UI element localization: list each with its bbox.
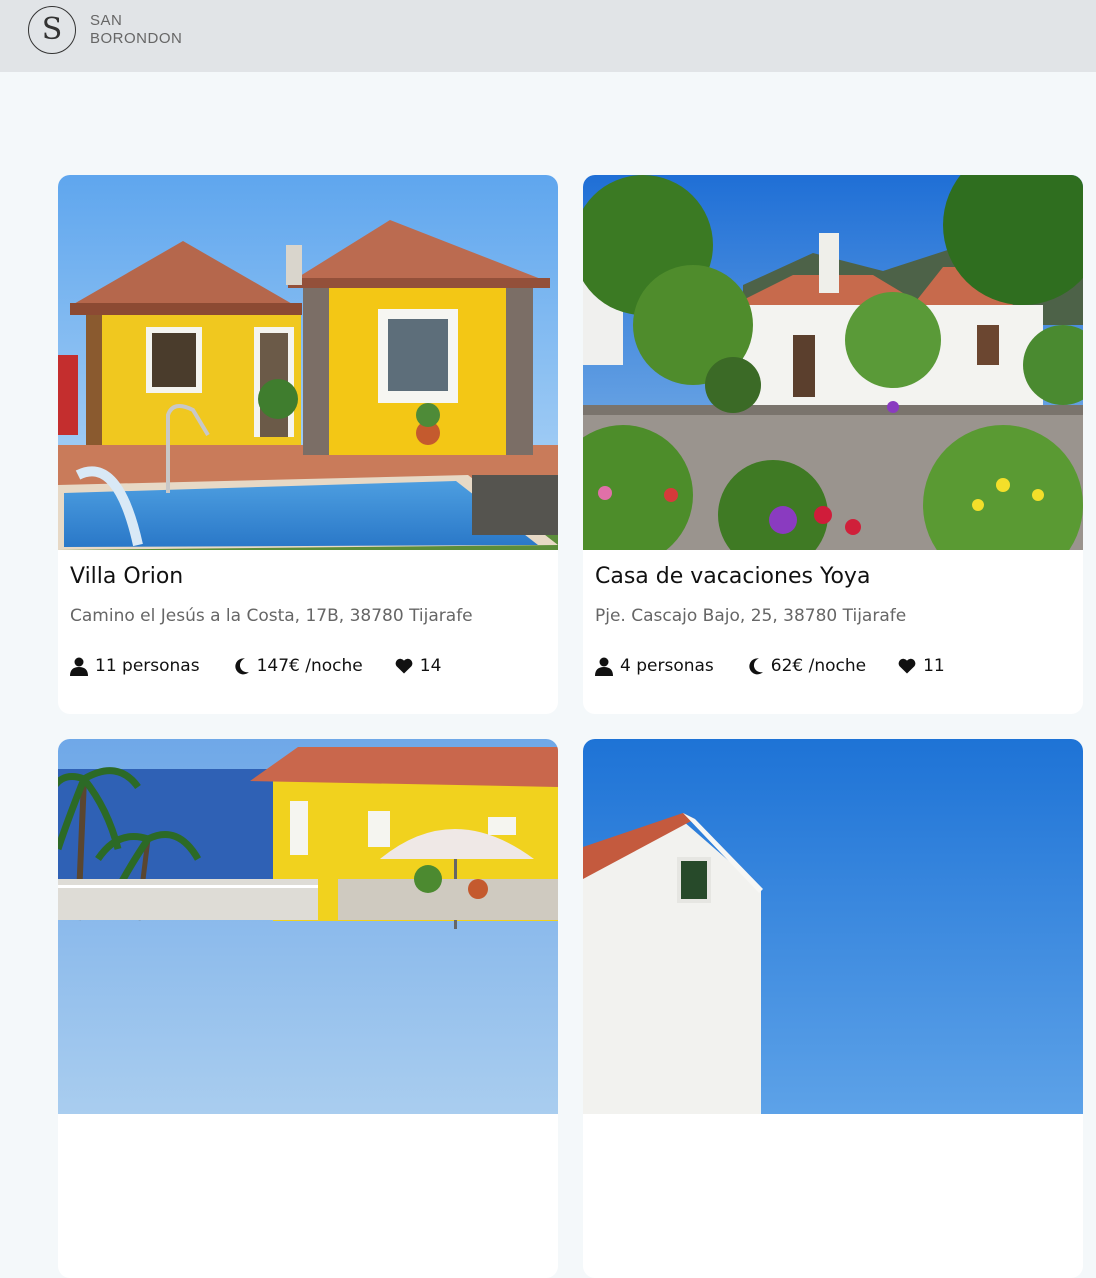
price-stat: 62€ /noche: [748, 656, 866, 676]
person-icon: [70, 657, 88, 676]
price-per-night: 62€ /noche: [770, 656, 867, 676]
guests-count: 4 personas: [620, 656, 714, 676]
brand-line-2: BORONDON: [90, 30, 183, 47]
listing-title[interactable]: Casa de vacaciones Yoya: [595, 564, 870, 589]
listing-card[interactable]: Villa Orion Camino el Jesús a la Costa, …: [58, 175, 558, 714]
listing-card[interactable]: [583, 739, 1083, 1278]
listing-stats: 11 personas 147€ /noche 14: [70, 655, 441, 677]
price-stat: 147€ /noche: [234, 656, 363, 676]
price-per-night: 147€ /noche: [256, 656, 363, 676]
listing-address: Pje. Cascajo Bajo, 25, 38780 Tijarafe: [595, 606, 907, 626]
likes-count: 14: [419, 656, 442, 676]
likes-stat[interactable]: 11: [898, 656, 945, 676]
top-bar: S SAN BORONDON: [0, 0, 1096, 72]
listing-card[interactable]: [58, 739, 558, 1278]
listing-stats: 4 personas 62€ /noche 11: [595, 655, 945, 677]
likes-count: 11: [923, 656, 945, 676]
guests-stat: 4 personas: [595, 656, 714, 676]
brand-name[interactable]: SAN BORONDON: [90, 12, 182, 48]
listing-photo[interactable]: [58, 175, 558, 550]
moon-icon: [749, 657, 763, 674]
listing-photo[interactable]: [583, 739, 1083, 1114]
listing-card[interactable]: Casa de vacaciones Yoya Pje. Cascajo Baj…: [583, 175, 1083, 714]
heart-icon[interactable]: [395, 658, 413, 674]
listing-title[interactable]: Villa Orion: [70, 564, 183, 589]
listing-photo[interactable]: [583, 175, 1083, 550]
person-icon: [595, 657, 613, 676]
logo-mark[interactable]: S: [28, 6, 76, 54]
moon-icon: [234, 657, 249, 674]
guests-stat: 11 personas: [70, 656, 200, 676]
brand-line-1: SAN: [90, 12, 123, 29]
guests-count: 11 personas: [95, 656, 200, 676]
listing-address: Camino el Jesús a la Costa, 17B, 38780 T…: [70, 606, 473, 626]
heart-icon[interactable]: [898, 658, 916, 674]
likes-stat[interactable]: 14: [395, 656, 442, 676]
listing-photo[interactable]: [58, 739, 558, 1114]
